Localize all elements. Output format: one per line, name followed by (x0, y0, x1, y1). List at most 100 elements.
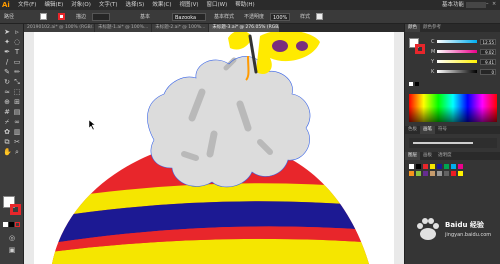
canvas-area[interactable] (24, 32, 404, 264)
zoom-icon[interactable]: ⌕ (13, 148, 21, 156)
swatch-chip[interactable] (444, 164, 449, 169)
gradient-icon[interactable]: ▤ (13, 108, 21, 116)
menu-view[interactable]: 视图(V) (175, 0, 202, 10)
k-slider-track[interactable] (437, 70, 477, 73)
tab-doc-4[interactable]: 未标题-3.ai* @ 276.05% (RGB/预览) (209, 24, 280, 32)
swatch-chip[interactable] (451, 164, 456, 169)
swatch-chip[interactable] (409, 171, 414, 176)
brush-value[interactable]: 基本 (140, 13, 150, 21)
menu-file[interactable]: 文件(F) (14, 0, 40, 10)
paintbrush-icon[interactable]: ✎ (3, 68, 11, 76)
c-slider-track[interactable] (437, 40, 477, 43)
swatch-chip[interactable] (416, 164, 421, 169)
tab-doc-3[interactable]: 未标题-2.ai* @ 100%... (152, 24, 209, 32)
tab-color[interactable]: 颜色 (405, 24, 420, 32)
tab-artboards[interactable]: 画板 (420, 152, 435, 160)
color-mode-icon[interactable] (3, 222, 8, 227)
menu-help[interactable]: 帮助(H) (231, 0, 258, 10)
tab-layers[interactable]: 图层 (405, 152, 420, 160)
stroke-color-swatch[interactable] (10, 204, 21, 215)
screen-mode-icon[interactable]: ▣ (8, 246, 16, 254)
slider-k[interactable]: K 0 (431, 68, 499, 75)
menu-window[interactable]: 窗口(W) (203, 0, 232, 10)
hand-icon[interactable]: ✋ (3, 148, 12, 156)
lasso-icon[interactable]: ◌ (13, 38, 21, 46)
mesh-icon[interactable]: # (3, 108, 11, 116)
swatch-chip[interactable] (437, 171, 442, 176)
swatch-chip[interactable] (423, 164, 428, 169)
tab-transparency[interactable]: 透明度 (435, 152, 455, 160)
watermark-subtext: jingyan.baidu.com (445, 232, 492, 238)
tab-doc-2[interactable]: 未标题-1.ai* @ 100%... (95, 24, 152, 32)
blend-icon[interactable]: ∞ (13, 118, 21, 126)
slice-icon[interactable]: ✂ (13, 138, 21, 146)
m-slider-track[interactable] (437, 50, 477, 53)
none-mode-icon[interactable] (15, 222, 20, 227)
symbol-sprayer-icon[interactable]: ✿ (3, 128, 11, 136)
slider-y[interactable]: Y 9.41 (431, 58, 499, 65)
free-transform-icon[interactable]: ⬚ (13, 88, 21, 96)
fill-control[interactable] (40, 13, 47, 21)
search-input[interactable] (466, 2, 486, 8)
slider-c[interactable]: C 12.55 (431, 38, 499, 45)
tab-symbols[interactable]: 符号 (435, 126, 450, 134)
selection-arrow-icon[interactable]: ➤ (3, 28, 11, 36)
stroke-control[interactable] (58, 13, 65, 21)
tab-doc-1[interactable]: 20190102.ai* @ 100% (RGB/...) (24, 24, 94, 32)
swatch-chip[interactable] (437, 164, 442, 169)
column-graph-icon[interactable]: ▥ (13, 128, 21, 136)
width-icon[interactable]: ≈ (3, 88, 11, 96)
workspace-switcher[interactable]: 基本功能 (442, 0, 464, 10)
rotate-icon[interactable]: ↻ (3, 78, 11, 86)
stroke-weight-field[interactable] (92, 13, 110, 21)
menu-object[interactable]: 对象(O) (67, 0, 95, 10)
rectangle-icon[interactable]: ▭ (13, 58, 21, 66)
fill-swatch[interactable] (40, 13, 47, 20)
y-slider-track[interactable] (437, 60, 477, 63)
menu-effect[interactable]: 效果(C) (148, 0, 175, 10)
artboard-icon[interactable]: ⧉ (3, 138, 11, 146)
minimize-icon[interactable]: – (486, 1, 490, 7)
shape-style-label[interactable]: 基本样式 (214, 13, 234, 21)
shape-builder-icon[interactable]: ⊕ (3, 98, 11, 106)
swatch-chip[interactable] (416, 171, 421, 176)
black-chip[interactable] (415, 82, 419, 86)
panel-stroke-swatch[interactable] (415, 44, 425, 54)
menu-edit[interactable]: 编辑(E) (40, 0, 67, 10)
swatch-chip[interactable] (430, 171, 435, 176)
menu-select[interactable]: 选择(S) (122, 0, 149, 10)
close-icon[interactable]: × (492, 1, 496, 7)
tab-swatches[interactable]: 色板 (405, 126, 420, 134)
illustration[interactable] (34, 32, 394, 264)
color-spectrum[interactable] (409, 94, 497, 122)
pencil-icon[interactable]: ✏ (13, 68, 21, 76)
scale-icon[interactable]: ⤡ (13, 78, 21, 86)
line-icon[interactable]: / (3, 58, 11, 66)
stroke-swatch[interactable] (58, 13, 65, 20)
swatch-chip[interactable] (423, 171, 428, 176)
gradient-mode-icon[interactable] (9, 222, 14, 227)
eyedropper-icon[interactable]: ⌿ (3, 118, 11, 126)
draw-mode-icon[interactable]: ◎ (8, 234, 16, 242)
magic-wand-icon[interactable]: ✦ (3, 38, 11, 46)
white-chip[interactable] (409, 82, 413, 86)
swatch-chip[interactable] (430, 164, 435, 169)
slider-m[interactable]: M 9.02 (431, 48, 499, 55)
tab-color-guide[interactable]: 颜色参考 (420, 24, 444, 32)
opacity-field[interactable]: 100% (270, 13, 291, 21)
menu-type[interactable]: 文字(T) (95, 0, 122, 10)
artboard[interactable] (34, 32, 394, 264)
type-icon[interactable]: T (13, 48, 21, 56)
swatch-chip[interactable] (451, 171, 456, 176)
brush-select[interactable]: Bazooka (172, 13, 206, 21)
pen-icon[interactable]: ✒ (3, 48, 11, 56)
perspective-icon[interactable]: ⊞ (13, 98, 21, 106)
swatch-chip[interactable] (444, 171, 449, 176)
swatch-chip[interactable] (458, 164, 463, 169)
style-swatch[interactable] (316, 13, 323, 21)
direct-selection-icon[interactable]: ▹ (13, 28, 21, 36)
brush-preview[interactable] (409, 138, 497, 148)
tab-brushes[interactable]: 画笔 (420, 126, 435, 134)
swatch-chip[interactable] (409, 164, 414, 169)
swatch-chip[interactable] (458, 171, 463, 176)
